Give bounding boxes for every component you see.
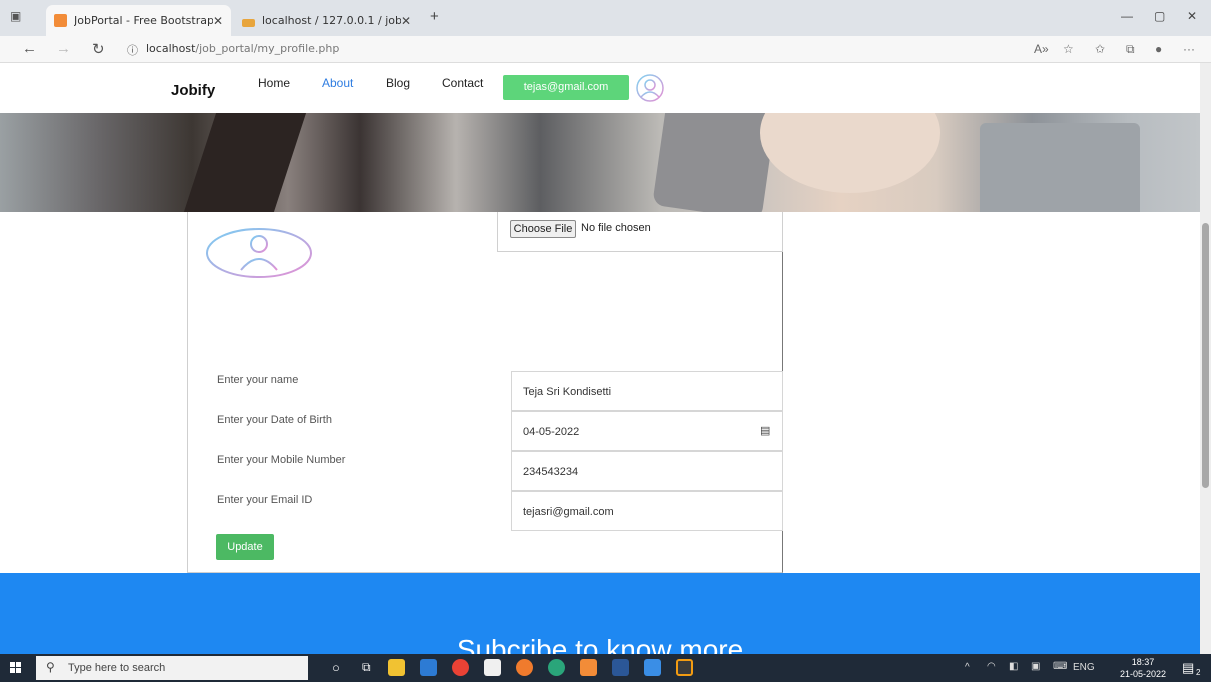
favorites-icon[interactable]: ✩	[1095, 42, 1105, 56]
volume-icon[interactable]: ◧	[1009, 661, 1018, 672]
dob-label: Enter your Date of Birth	[217, 414, 332, 426]
task-view-icon[interactable]: ⧉	[362, 660, 371, 675]
page-scrollbar[interactable]	[1200, 63, 1211, 654]
email-field[interactable]: tejasri@gmail.com	[511, 491, 783, 531]
firefox-icon[interactable]	[516, 659, 533, 676]
site-navbar: Jobify Home About Blog Contact tejas@gma…	[0, 63, 1200, 113]
hero-banner-image	[0, 113, 1200, 212]
jobportal-favicon-icon	[54, 14, 67, 27]
search-icon: ⚲	[46, 660, 55, 674]
update-button[interactable]: Update	[216, 534, 274, 560]
clock-date: 21-05-2022	[1119, 669, 1167, 679]
restore-icon[interactable]: ▢	[1154, 9, 1165, 23]
subscribe-section: Subcribe to know more	[0, 573, 1200, 654]
user-email-button[interactable]: tejas@gmail.com	[503, 75, 629, 100]
photos-icon[interactable]	[644, 659, 661, 676]
file-status-text: No file chosen	[581, 222, 651, 234]
page-viewport: Jobify Home About Blog Contact tejas@gma…	[0, 63, 1200, 654]
calendar-icon[interactable]: ▤	[760, 424, 770, 437]
minimize-icon[interactable]: —	[1121, 9, 1133, 23]
edge-icon[interactable]	[548, 659, 565, 676]
tray-expand-icon[interactable]: ^	[965, 662, 970, 673]
close-window-icon[interactable]: ✕	[1187, 9, 1197, 23]
network-icon[interactable]: ◠	[987, 661, 996, 672]
read-aloud-icon[interactable]: A»	[1034, 42, 1049, 56]
info-icon: ⓘ	[127, 45, 138, 57]
profile-avatar-icon	[206, 228, 312, 278]
notepad-icon[interactable]	[484, 659, 501, 676]
profile-icon[interactable]: ●	[1155, 42, 1162, 56]
address-bar: ← → ↻ ⓘ localhost/job_portal/my_profile.…	[0, 36, 1211, 63]
file-explorer-icon[interactable]	[388, 659, 405, 676]
chrome-icon[interactable]	[452, 659, 469, 676]
phpmyadmin-favicon-icon	[242, 19, 255, 27]
language-indicator[interactable]: ENG	[1073, 662, 1095, 673]
browser-tab-bar: ▣ JobPortal - Free Bootstrap 4 Tem ✕ loc…	[0, 0, 1211, 36]
word-icon[interactable]	[612, 659, 629, 676]
nav-blog[interactable]: Blog	[386, 76, 410, 90]
notification-icon[interactable]: ▤	[1182, 660, 1194, 676]
dob-field[interactable]: 04-05-2022	[511, 411, 783, 451]
tab-jobportal[interactable]: JobPortal - Free Bootstrap 4 Tem ✕	[46, 5, 231, 36]
collections-icon[interactable]: ⧉	[1126, 42, 1135, 57]
more-icon[interactable]: ···	[1183, 42, 1195, 56]
cortana-icon[interactable]: ○	[332, 660, 340, 675]
store-icon[interactable]	[420, 659, 437, 676]
xampp-icon[interactable]	[580, 659, 597, 676]
nav-about[interactable]: About	[322, 76, 353, 90]
back-icon[interactable]: ←	[22, 40, 37, 57]
nav-contact[interactable]: Contact	[442, 76, 483, 90]
notification-count: 2	[1196, 668, 1201, 677]
taskbar-clock[interactable]: 18:37 21-05-2022	[1115, 656, 1171, 680]
url-field[interactable]: localhost/job_portal/my_profile.php	[146, 42, 339, 55]
clock-time: 18:37	[1131, 657, 1155, 667]
brand-logo[interactable]: Jobify	[171, 82, 215, 99]
sublime-icon[interactable]	[676, 659, 693, 676]
forward-icon[interactable]: →	[56, 40, 71, 57]
close-tab-icon[interactable]: ✕	[401, 14, 411, 28]
choose-file-button[interactable]: Choose File	[510, 220, 576, 238]
tab-title: JobPortal - Free Bootstrap 4 Tem	[74, 14, 213, 27]
email-label: Enter your Email ID	[217, 494, 313, 506]
taskbar-search-input[interactable]: Type here to search	[36, 656, 308, 680]
refresh-icon[interactable]: ↻	[92, 40, 105, 58]
favorite-add-icon[interactable]: ☆	[1063, 42, 1074, 56]
nav-home[interactable]: Home	[258, 76, 290, 90]
plus-icon[interactable]: +	[430, 8, 439, 25]
user-avatar-icon[interactable]	[635, 73, 665, 103]
scrollbar-thumb[interactable]	[1202, 223, 1209, 488]
name-label: Enter your name	[217, 374, 299, 386]
mobile-label: Enter your Mobile Number	[217, 454, 346, 466]
close-tab-icon[interactable]: ✕	[213, 14, 223, 28]
windows-taskbar: Type here to search ⚲ ○ ⧉ ^ ◠ ◧ ▣ ⌨ ENG …	[0, 654, 1211, 682]
tab-actions-icon[interactable]: ▣	[10, 9, 21, 23]
tab-phpmyadmin[interactable]: localhost / 127.0.0.1 / job_porta ✕	[234, 5, 419, 36]
subscribe-title: Subcribe to know more	[456, 634, 744, 654]
meet-icon[interactable]: ▣	[1031, 661, 1040, 672]
name-field[interactable]: Teja Sri Kondisetti	[511, 371, 783, 411]
mobile-field[interactable]: 234543234	[511, 451, 783, 491]
windows-start-icon[interactable]	[10, 662, 22, 674]
keyboard-icon[interactable]: ⌨	[1053, 661, 1067, 672]
tab-title: localhost / 127.0.0.1 / job_porta	[262, 14, 401, 27]
